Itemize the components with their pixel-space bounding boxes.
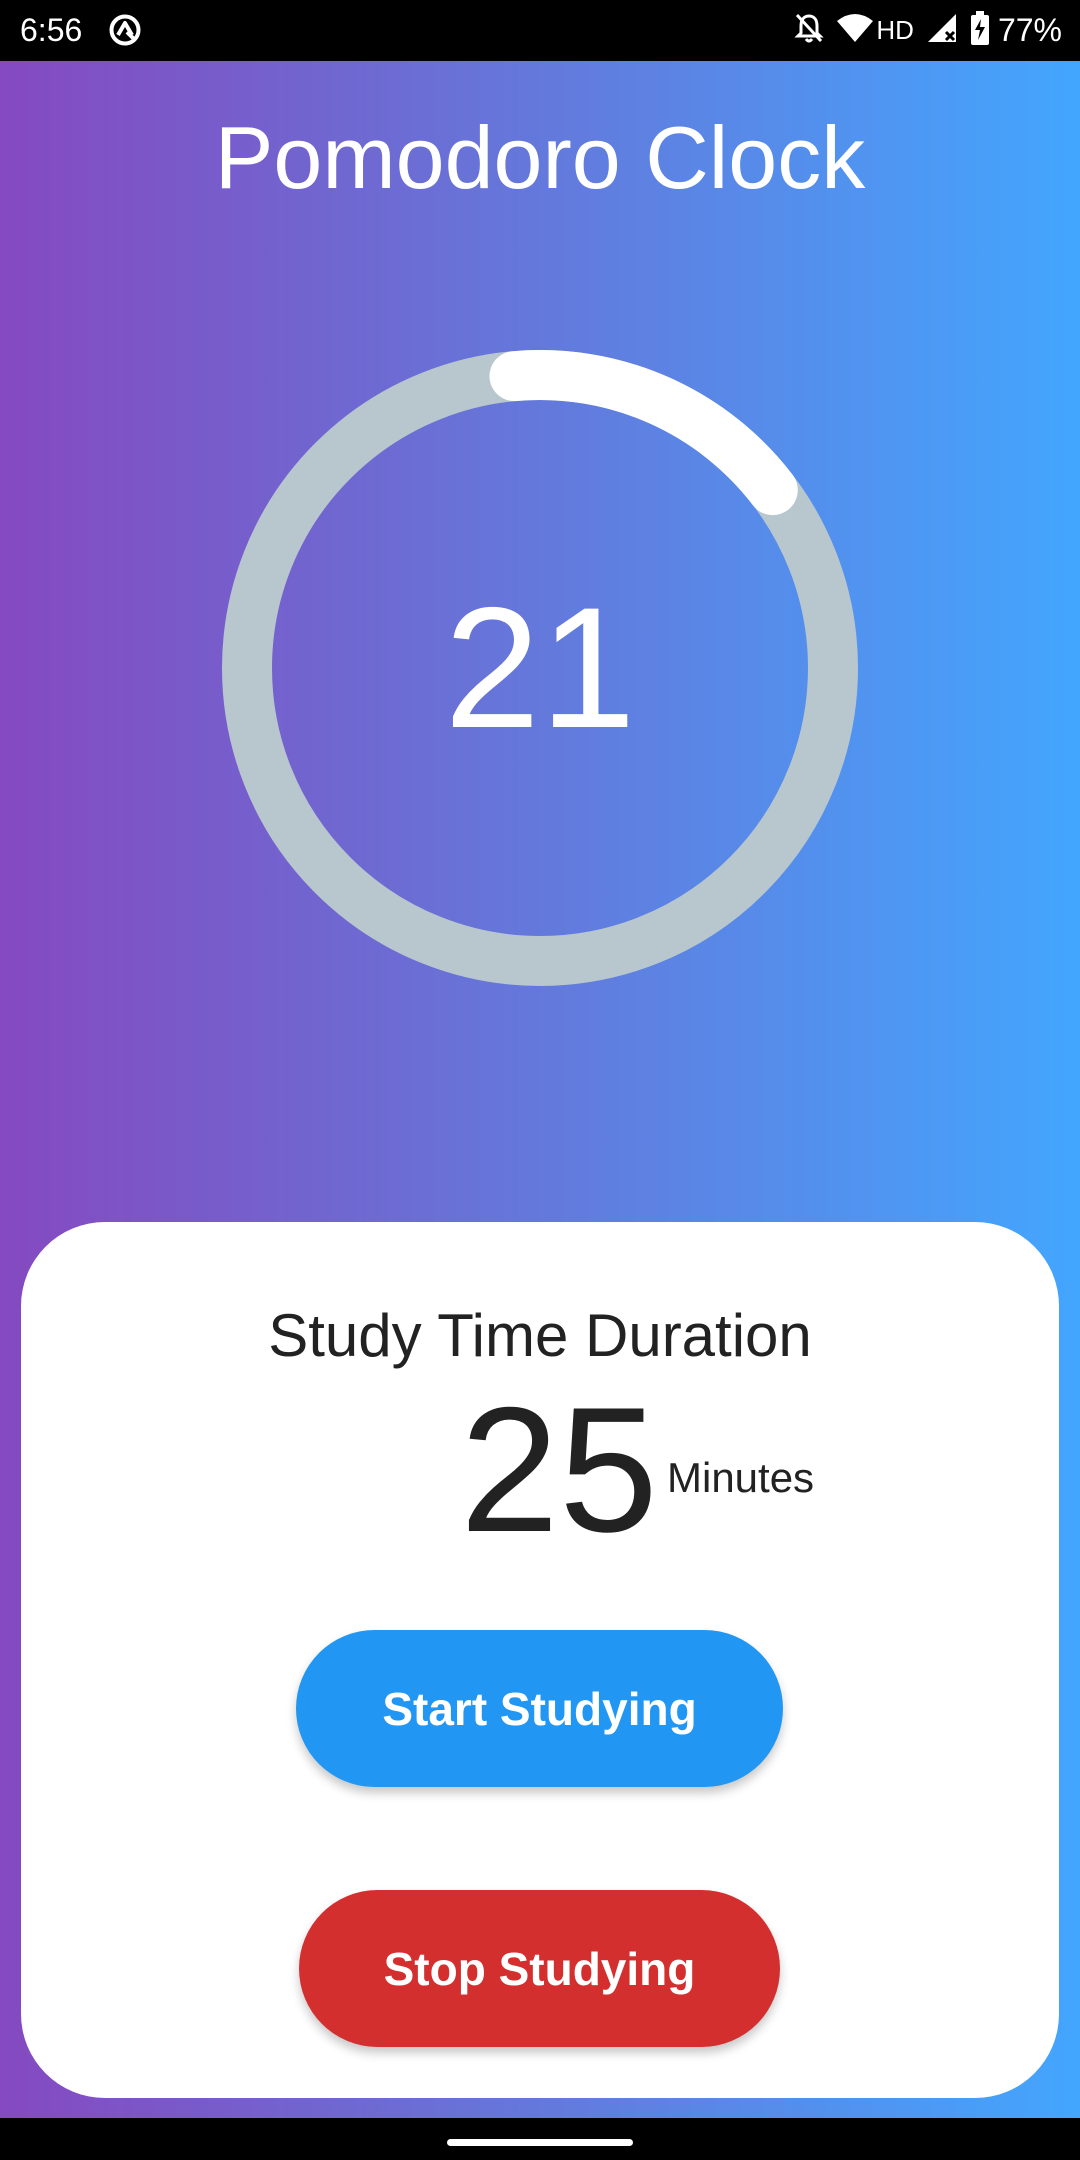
app-notification-icon — [108, 13, 142, 47]
duration-value: 25 — [460, 1370, 658, 1569]
app-screen: 6:56 HD 77% Pomodoro Clock 21 Study Time… — [0, 0, 1080, 2160]
wifi-icon — [836, 13, 874, 48]
status-time: 6:56 — [20, 12, 83, 48]
network-type-label: HD — [876, 15, 914, 45]
notifications-off-icon — [794, 12, 825, 49]
cell-signal-icon — [926, 12, 958, 49]
timer-progress-ring: 21 — [220, 348, 860, 988]
duration-display: 25 Minutes — [0, 1370, 1080, 1569]
navigation-bar — [0, 2118, 1080, 2160]
battery-percentage: 77% — [997, 12, 1062, 48]
card-title: Study Time Duration — [268, 1302, 812, 1369]
status-icons: HD 77% — [782, 10, 1062, 50]
page-title: Pomodoro Clock — [214, 108, 866, 207]
status-bar: 6:56 HD 77% — [0, 0, 1080, 61]
stop-studying-button[interactable]: Stop Studying — [299, 1890, 780, 2047]
duration-unit: Minutes — [667, 1454, 815, 1501]
timer-value: 21 — [444, 572, 636, 764]
battery-charging-icon — [970, 10, 990, 50]
home-gesture-handle[interactable] — [447, 2139, 633, 2146]
start-studying-button[interactable]: Start Studying — [296, 1630, 783, 1787]
